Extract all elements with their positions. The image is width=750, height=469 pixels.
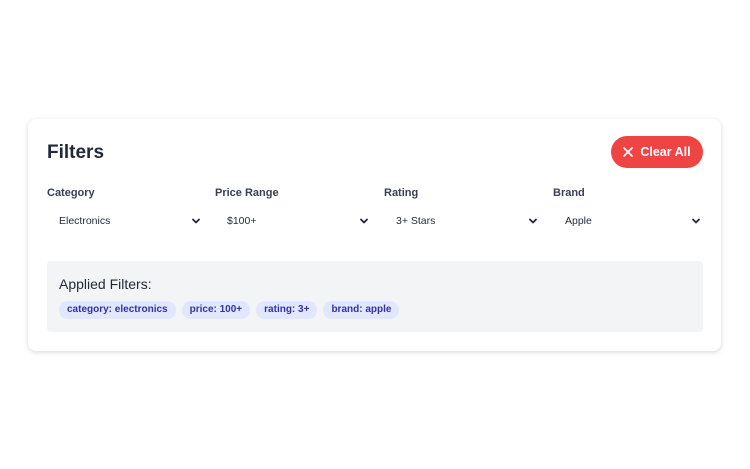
select-value: Electronics — [59, 215, 111, 227]
price-range-select[interactable]: $100+ — [215, 210, 371, 232]
filter-label: Price Range — [215, 187, 279, 199]
brand-select[interactable]: Apple — [553, 210, 703, 232]
applied-filters-title: Applied Filters: — [59, 276, 152, 292]
chevron-down-icon — [529, 218, 537, 224]
filters-card: Filters Clear All Category Electronics P… — [28, 119, 721, 351]
filter-chip[interactable]: category: electronics — [59, 301, 176, 319]
filter-label: Rating — [384, 187, 419, 199]
rating-select[interactable]: 3+ Stars — [384, 210, 540, 232]
applied-filter-chips: category: electronics price: 100+ rating… — [59, 301, 400, 319]
filter-category: Category Electronics — [47, 186, 203, 232]
select-value: $100+ — [227, 215, 257, 227]
filter-label: Category — [47, 187, 95, 199]
filter-chip[interactable]: rating: 3+ — [256, 301, 318, 319]
clear-all-button[interactable]: Clear All — [611, 136, 703, 168]
page-title: Filters — [47, 142, 105, 163]
chevron-down-icon — [692, 218, 700, 224]
filter-price-range: Price Range $100+ — [215, 186, 371, 232]
filter-rating: Rating 3+ Stars — [384, 186, 540, 232]
select-value: Apple — [565, 215, 592, 227]
filters-row: Category Electronics Price Range $100+ R… — [47, 186, 703, 236]
filter-chip[interactable]: brand: apple — [323, 301, 400, 319]
filter-label: Brand — [553, 187, 585, 199]
clear-all-label: Clear All — [640, 145, 691, 159]
filter-chip[interactable]: price: 100+ — [181, 301, 251, 319]
category-select[interactable]: Electronics — [47, 210, 203, 232]
chevron-down-icon — [192, 218, 200, 224]
chevron-down-icon — [360, 218, 368, 224]
filter-brand: Brand Apple — [553, 186, 703, 232]
applied-filters-panel: Applied Filters: category: electronics p… — [47, 261, 703, 332]
close-icon — [623, 147, 634, 157]
select-value: 3+ Stars — [396, 215, 436, 227]
